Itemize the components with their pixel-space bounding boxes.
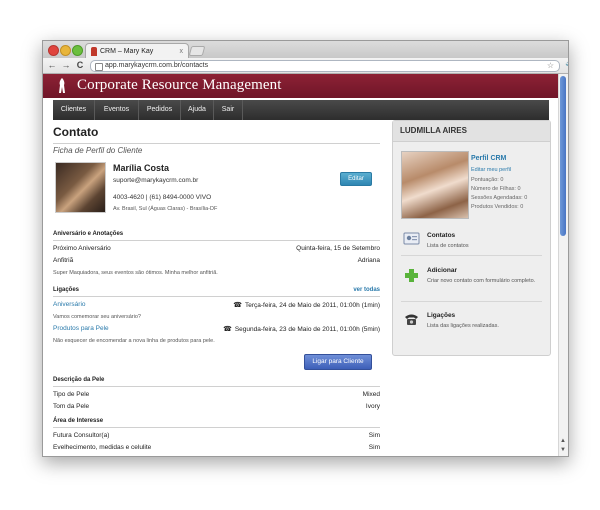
section-title-interesse: Área de Interesse <box>53 418 104 424</box>
back-arrow-icon[interactable]: ← <box>47 58 57 73</box>
call-item-date: ☎ Segunda-feira, 23 de Maio de 2011, 01:0… <box>223 325 380 333</box>
contact-address: Av. Brasil, Sul (Águas Claras) - Brasíli… <box>113 206 218 212</box>
edit-profile-link[interactable]: Editar meu perfil <box>471 167 511 173</box>
tab-close-icon[interactable]: x <box>180 44 184 59</box>
aniversario-note: Super Maquiadora, seus eventos são ótimo… <box>53 270 218 276</box>
brand-title: Corporate Resource Management <box>77 77 282 93</box>
sidebar-item-adicionar[interactable]: Adicionar <box>427 267 457 274</box>
sidebar-item-desc: Lista das ligações realizadas. <box>427 323 499 329</box>
divider <box>53 240 380 241</box>
sidebar-item-desc: Lista de contatos <box>427 243 469 249</box>
reload-icon[interactable]: C <box>75 58 85 73</box>
contact-name: Marília Costa <box>113 163 170 173</box>
section-title-aniversario: Aniversário e Anotações <box>53 231 124 237</box>
tipo-pele-label: Tipo de Pele <box>53 391 90 398</box>
aniversario-value: Quinta-feira, 15 de Setembro <box>296 245 380 252</box>
menu-item-ajuda[interactable]: Ajuda <box>181 100 214 120</box>
contact-email: suporte@marykaycrm.com.br <box>113 177 199 184</box>
divider <box>53 386 380 387</box>
contacts-card-icon <box>403 232 420 245</box>
zoom-window-button[interactable] <box>72 45 83 56</box>
call-item-link[interactable]: Produtos para Pele <box>53 325 109 332</box>
section-title-ligacoes: Ligações <box>53 287 80 293</box>
profile-stat: Sessões Agendadas: 0 <box>471 195 528 201</box>
sidebar-item-ligacoes[interactable]: Ligações <box>427 312 455 319</box>
sidebar-user-name: LUDMILLA AIRES <box>400 126 467 135</box>
menu-item-pedidos[interactable]: Pedidos <box>139 100 181 120</box>
call-item-note: Não esquecer de encomendar a nova linha … <box>53 338 215 344</box>
page-icon <box>95 63 103 71</box>
call-item-note: Vamos comemorar seu aniversário? <box>53 314 141 320</box>
wrench-menu-icon[interactable]: 🔧 <box>565 62 568 72</box>
page-viewport: Corporate Resource Management Clientes E… <box>43 74 559 456</box>
menu-item-sair[interactable]: Sair <box>214 100 243 120</box>
tipo-pele-value: Mixed <box>362 391 380 398</box>
divider <box>53 143 380 144</box>
new-tab-button[interactable] <box>188 46 206 56</box>
aniversario-label: Próximo Aniversário <box>53 245 111 252</box>
menu-item-clientes[interactable]: Clientes <box>53 100 95 120</box>
user-avatar <box>401 151 469 219</box>
address-bar[interactable]: app.marykaycrm.com.br/contacts ☆ 🔧 <box>90 60 568 72</box>
ver-todas-link[interactable]: ver todas <box>353 287 380 293</box>
interesse-label: Evelhecimento, medidas e celulite <box>53 444 152 451</box>
forward-arrow-icon[interactable]: → <box>61 58 71 73</box>
tom-pele-value: Ivory <box>365 403 380 410</box>
divider <box>401 301 542 302</box>
section-title-pele: Descrição da Pele <box>53 377 105 383</box>
scroll-up-icon[interactable]: ▲ <box>560 438 566 444</box>
call-client-button[interactable]: Ligar para Cliente <box>304 354 372 370</box>
plus-icon <box>405 269 418 282</box>
interesse-label: Futura Consultor(a) <box>53 432 110 439</box>
profile-stat: Pontuação: 0 <box>471 177 504 183</box>
browser-toolbar: ← → C app.marykaycrm.com.br/contacts ☆ 🔧 <box>43 58 568 74</box>
sidebar-item-contatos[interactable]: Contatos <box>427 232 455 239</box>
tab-title: CRM – Mary Kay <box>100 48 154 55</box>
page-subtitle: Ficha de Perfil do Cliente <box>53 146 143 155</box>
bookmark-star-icon[interactable]: ☆ <box>547 61 554 71</box>
sidebar-header: LUDMILLA AIRES <box>393 121 550 142</box>
menu-item-eventos[interactable]: Eventos <box>95 100 139 120</box>
tom-pele-label: Tom da Pele <box>53 403 90 410</box>
minimize-window-button[interactable] <box>60 45 71 56</box>
scroll-down-icon[interactable]: ▼ <box>560 447 566 453</box>
call-item-link[interactable]: Aniversário <box>53 301 86 308</box>
close-window-button[interactable] <box>48 45 59 56</box>
mary-kay-favicon-icon <box>91 47 97 56</box>
telephone-icon: ☎ <box>223 326 232 333</box>
anfitria-value: Adriana <box>357 257 380 264</box>
contact-photo <box>55 162 106 213</box>
profile-stat: Produtos Vendidos: 0 <box>471 204 524 210</box>
scrollbar-thumb[interactable] <box>560 76 566 236</box>
contact-phones: 4003-4620 | (61) 8494-0000 VIVO <box>113 194 212 201</box>
perfil-crm-title: Perfil CRM <box>471 155 507 162</box>
divider <box>401 255 542 256</box>
main-menu: Clientes Eventos Pedidos Ajuda Sair <box>53 100 549 120</box>
telephone-icon: ☎ <box>233 302 242 309</box>
page-title: Contato <box>53 125 99 139</box>
interesse-value: Sim <box>368 432 380 439</box>
call-item-date: ☎ Terça-feira, 24 de Maio de 2011, 01:00h… <box>233 301 380 309</box>
vertical-scrollbar[interactable]: ▲ ▼ <box>558 74 568 456</box>
mary-kay-logo-icon <box>59 78 65 93</box>
call-date-text: Segunda-feira, 23 de Maio de 2011, 01:00… <box>234 326 380 333</box>
url-path: contacts <box>182 62 209 69</box>
interesse-value: Sim <box>368 444 380 451</box>
anfitria-label: Anfitriã <box>53 257 74 264</box>
browser-window: CRM – Mary Kay x ← → C app.marykaycrm.co… <box>42 40 569 457</box>
header-banner: Corporate Resource Management <box>43 74 559 98</box>
url-text: app.marykaycrm.com.br/contacts <box>105 61 208 71</box>
browser-tab[interactable]: CRM – Mary Kay x <box>85 43 189 59</box>
divider <box>53 296 380 297</box>
telephone-icon <box>405 314 418 325</box>
call-date-text: Terça-feira, 24 de Maio de 2011, 01:00h … <box>244 302 380 309</box>
sidebar-item-desc: Criar novo contato com formulário comple… <box>427 278 536 284</box>
tab-strip: CRM – Mary Kay x <box>43 41 568 59</box>
user-sidebar: LUDMILLA AIRES Perfil CRM Editar meu per… <box>392 120 551 356</box>
profile-stat: Número de Filhas: 0 <box>471 186 521 192</box>
edit-button[interactable]: Editar <box>340 172 372 186</box>
main-content: Contato Ficha de Perfil do Cliente Maríl… <box>53 120 551 456</box>
divider <box>53 427 380 428</box>
url-host: app.marykaycrm.com.br/ <box>105 62 183 69</box>
